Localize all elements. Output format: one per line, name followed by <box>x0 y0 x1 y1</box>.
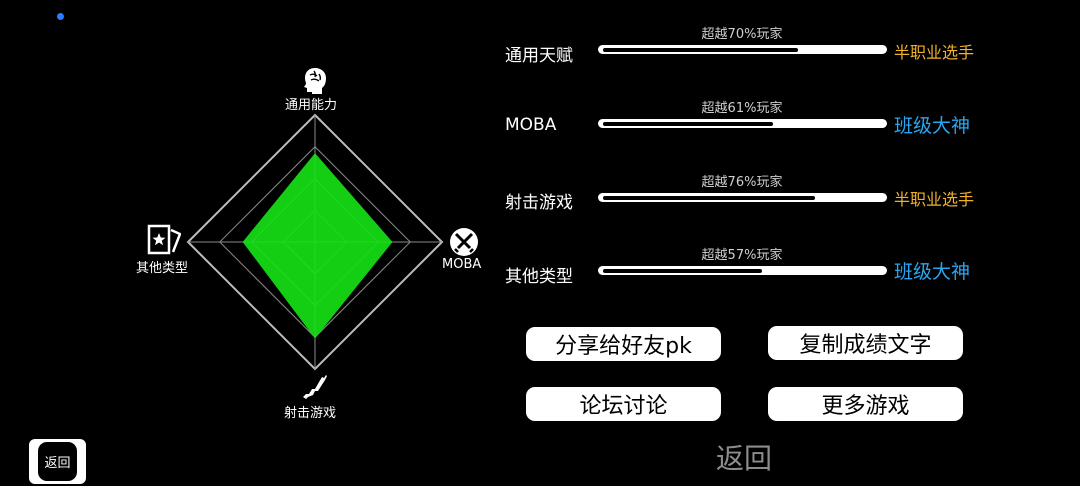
forum-button[interactable]: 论坛讨论 <box>526 387 721 421</box>
radar-label-general: 通用能力 <box>285 98 338 113</box>
percentile-bar-fill <box>603 121 774 126</box>
category-name: 射击游戏 <box>505 193 573 213</box>
radar-fill-polygon <box>242 153 393 339</box>
category-name: 通用天赋 <box>505 46 573 66</box>
percentile-text: 超越76%玩家 <box>701 175 783 190</box>
share-pk-button[interactable]: 分享给好友pk <box>526 327 721 361</box>
radar-label-shooter: 射击游戏 <box>284 406 337 421</box>
crossed-swords-icon <box>450 228 478 256</box>
card-deck-icon <box>147 224 181 255</box>
percentile-text: 超越57%玩家 <box>701 248 783 263</box>
percentile-bar <box>598 193 887 202</box>
radar-label-other: 其他类型 <box>136 261 189 276</box>
radar-chart <box>186 113 444 371</box>
copy-result-button[interactable]: 复制成绩文字 <box>768 326 963 360</box>
percentile-bar-fill <box>603 47 799 52</box>
percentile-bar <box>598 119 887 128</box>
rank-label: 半职业选手 <box>894 190 975 209</box>
percentile-bar-fill <box>603 195 816 200</box>
percentile-bar-fill <box>603 268 763 273</box>
rank-label: 半职业选手 <box>894 43 975 62</box>
percentile-text: 超越70%玩家 <box>701 27 783 42</box>
rank-label: 班级大神 <box>894 261 971 283</box>
rank-label: 班级大神 <box>894 115 971 137</box>
radar-label-moba: MOBA <box>442 257 482 272</box>
corner-back-label: 返回 <box>38 442 77 481</box>
rifle-icon <box>303 375 327 399</box>
percentile-text: 超越61%玩家 <box>701 101 783 116</box>
category-name: 其他类型 <box>505 267 573 287</box>
brain-head-icon <box>304 68 326 94</box>
percentile-bar <box>598 45 887 54</box>
corner-back-button[interactable]: 返回 <box>29 439 86 484</box>
back-link[interactable]: 返回 <box>716 437 772 477</box>
category-name: MOBA <box>505 115 557 135</box>
more-games-button[interactable]: 更多游戏 <box>768 387 963 421</box>
percentile-bar <box>598 266 887 275</box>
